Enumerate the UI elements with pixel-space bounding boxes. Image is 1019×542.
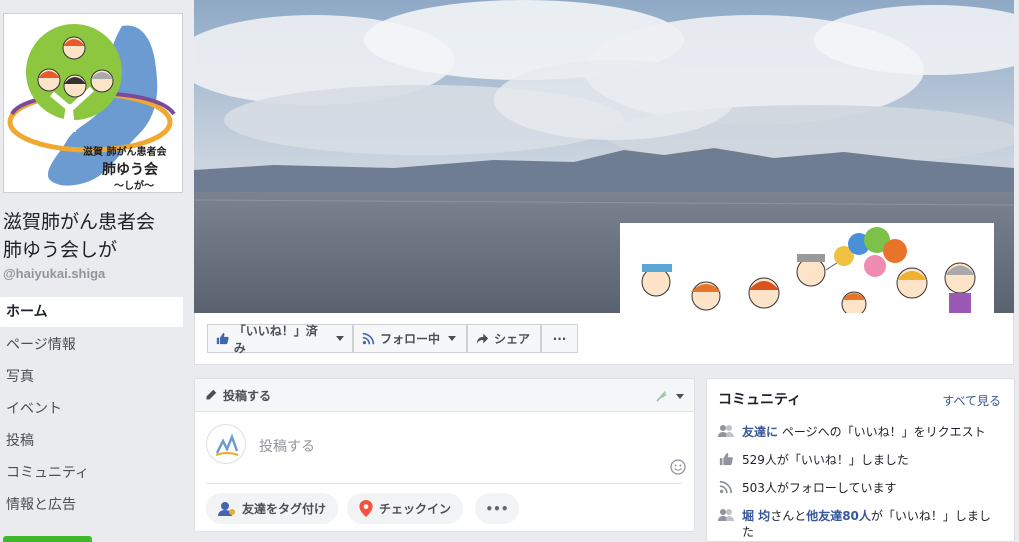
chevron-down-icon xyxy=(448,336,457,341)
invite-friends-link[interactable]: 友達に xyxy=(742,425,778,439)
friend-rest-text-2: た xyxy=(742,525,755,539)
nav-item-home[interactable]: ホーム xyxy=(0,297,183,327)
following-button[interactable]: フォロー中 xyxy=(353,324,467,353)
more-dots-icon: ••• xyxy=(485,501,509,516)
composer-more-button[interactable]: ••• xyxy=(475,493,519,524)
page-title-line2: 肺ゆう会しが xyxy=(3,239,118,261)
composer-header[interactable]: 投稿する xyxy=(195,379,694,412)
pencil-icon xyxy=(206,389,217,400)
page-avatar[interactable] xyxy=(206,424,246,464)
share-button[interactable]: シェア xyxy=(467,324,541,353)
cover-image xyxy=(194,0,1014,313)
composer-input[interactable]: 投稿する xyxy=(259,436,315,456)
nav-item-photos[interactable]: 写真 xyxy=(0,361,183,393)
friend-name-link[interactable]: 堀 均 xyxy=(742,509,770,523)
logo-text-line1: 滋賀 肺がん患者会 xyxy=(83,145,166,158)
share-arrow-icon xyxy=(476,333,489,345)
friends-icon xyxy=(718,509,734,521)
nav-item-info-ads[interactable]: 情報と広告 xyxy=(0,489,183,521)
cover-photo[interactable] xyxy=(194,0,1014,313)
location-pin-icon xyxy=(359,500,373,517)
post-composer: 投稿する 投稿する 友達をタグ付け チェックイン ••• xyxy=(194,378,695,532)
nav-item-events[interactable]: イベント xyxy=(0,393,183,425)
logo-text-line3: 〜しが〜 xyxy=(114,179,154,192)
page-logo: 滋賀 肺がん患者会 肺ゆう会 〜しが〜 xyxy=(4,14,182,192)
chevron-down-icon xyxy=(336,336,344,341)
invite-friends-text: ページへの「いいね！」をリクエスト xyxy=(781,425,986,439)
profile-picture[interactable]: 滋賀 肺がん患者会 肺ゆう会 〜しが〜 xyxy=(3,13,183,193)
page-nav: ホーム ページ情報 写真 イベント 投稿 コミュニティ 情報と広告 xyxy=(0,297,183,521)
page-actions-bar: 「いいね！」済み フォロー中 シェア ··· xyxy=(194,313,1014,365)
community-card: コミュニティ すべて見る 友達に ページへの「いいね！」をリクエスト 529人が… xyxy=(706,378,1015,542)
following-button-label: フォロー中 xyxy=(380,332,441,346)
composer-options[interactable] xyxy=(655,390,684,402)
friend-rest-text: が「いいね！」しまし xyxy=(870,509,991,523)
page-logo-small xyxy=(215,433,239,456)
nav-item-posts[interactable]: 投稿 xyxy=(0,425,183,457)
likes-count-row: 529人が「いいね！」しました xyxy=(718,452,1008,468)
thumbs-up-icon xyxy=(719,452,733,466)
emoji-icon[interactable] xyxy=(670,459,686,475)
friend-mid-text: さんと xyxy=(770,509,807,523)
check-in-button[interactable]: チェックイン xyxy=(347,493,464,524)
tag-friends-button[interactable]: 友達をタグ付け xyxy=(206,493,339,524)
composer-divider xyxy=(206,483,683,484)
other-friends-link[interactable]: 他友達80人 xyxy=(806,509,871,523)
nav-item-about[interactable]: ページ情報 xyxy=(0,329,183,361)
page-title[interactable]: 滋賀肺がん患者会 肺ゆう会しが xyxy=(3,208,188,264)
left-column: 滋賀 肺がん患者会 肺ゆう会 〜しが〜 滋賀肺がん患者会 肺ゆう会しが @hai… xyxy=(0,0,190,542)
likes-count-text: 529人が「いいね！」しました xyxy=(742,453,909,467)
friends-liked-row: 堀 均さんと他友達80人が「いいね！」しました xyxy=(718,508,1008,540)
follows-count-text: 503人がフォローしています xyxy=(742,481,897,495)
composer-header-label: 投稿する xyxy=(223,388,272,403)
logo-text-line2: 肺ゆう会 xyxy=(102,161,159,178)
page-username[interactable]: @haiyukai.shiga xyxy=(3,266,105,281)
more-dots-icon: ··· xyxy=(552,331,567,346)
rss-icon xyxy=(719,480,733,494)
page-title-line1: 滋賀肺がん患者会 xyxy=(3,211,156,233)
nav-item-community[interactable]: コミュニティ xyxy=(0,457,183,489)
more-options-button[interactable]: ··· xyxy=(541,324,578,353)
feather-icon xyxy=(656,391,667,402)
share-button-label: シェア xyxy=(494,332,531,346)
rss-icon xyxy=(362,332,375,345)
follows-count-row: 503人がフォローしています xyxy=(718,480,1008,496)
check-in-label: チェックイン xyxy=(379,502,452,516)
see-all-link[interactable]: すべて見る xyxy=(942,392,1001,409)
tag-person-icon xyxy=(218,501,235,516)
liked-button-label: 「いいね！」済み xyxy=(233,323,318,355)
tag-friends-label: 友達をタグ付け xyxy=(242,502,327,516)
invite-friends-row: 友達に ページへの「いいね！」をリクエスト xyxy=(718,424,1008,440)
community-title: コミュニティ xyxy=(718,392,802,408)
liked-button[interactable]: 「いいね！」済み xyxy=(207,323,353,355)
create-page-button-edge[interactable] xyxy=(3,536,92,542)
chevron-down-icon xyxy=(676,393,684,399)
friends-icon xyxy=(718,425,734,437)
thumbs-up-icon xyxy=(216,332,229,345)
